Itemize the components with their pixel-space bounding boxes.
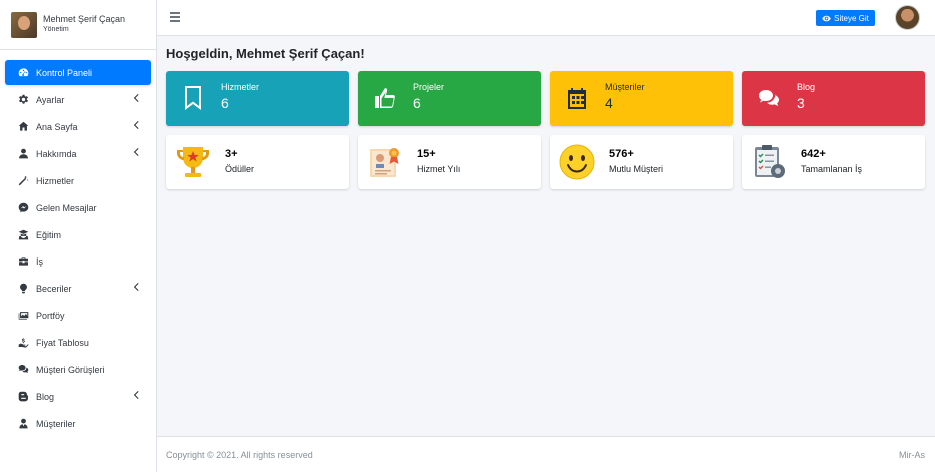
- user-icon: [17, 147, 30, 160]
- sidebar-item-blog[interactable]: Blog: [5, 384, 151, 409]
- sidebar-item-label: Blog: [36, 391, 55, 402]
- smiley-icon: [559, 144, 595, 180]
- footer-brand: Mir-As: [899, 450, 925, 460]
- stat-card-label: Hizmet Yılı: [417, 164, 461, 174]
- sidebar-item-label: Beceriler: [36, 283, 72, 294]
- info-card-projeler[interactable]: Projeler 6: [358, 71, 541, 126]
- sidebar-item-label: Müşteri Görüşleri: [36, 364, 105, 375]
- hand-holding-dollar-icon: [17, 336, 30, 349]
- certificate-icon: [370, 148, 399, 177]
- sidebar-item-egitim[interactable]: Eğitim: [5, 222, 151, 247]
- info-card-label: Blog: [797, 82, 816, 92]
- sidebar-item-label: Portföy: [36, 310, 65, 321]
- calendar-icon: [566, 85, 588, 111]
- sidebar-item-musteri-gorusleri[interactable]: Müşteri Görüşleri: [5, 357, 151, 382]
- info-card-hizmetler[interactable]: Hizmetler 6: [166, 71, 349, 126]
- info-card-musteriler[interactable]: Müşteriler 4: [550, 71, 733, 126]
- user-avatar[interactable]: [895, 5, 920, 30]
- info-card-value: 3: [797, 95, 805, 111]
- info-card-blog[interactable]: Blog 3: [742, 71, 925, 126]
- top-navbar: Siteye Git: [157, 0, 935, 36]
- stat-card-value: 642+: [801, 148, 826, 160]
- sidebar-item-label: Müşteriler: [36, 418, 76, 429]
- stat-card-label: Tamamlanan İş: [801, 164, 863, 174]
- sidebar-item-is[interactable]: İş: [5, 249, 151, 274]
- sidebar-item-fiyat-tablosu[interactable]: Fiyat Tablosu: [5, 330, 151, 355]
- footer: Copyright © 2021. All rights reserved Mi…: [157, 436, 935, 472]
- sidebar-item-ayarlar[interactable]: Ayarlar: [5, 87, 151, 112]
- stat-card-oduller: 3+ Ödüller: [166, 135, 349, 189]
- info-card-label: Hizmetler: [221, 82, 260, 92]
- briefcase-icon: [17, 255, 30, 268]
- sidebar-item-label: Kontrol Paneli: [36, 67, 93, 78]
- info-card-label: Müşteriler: [605, 82, 645, 92]
- sidebar-item-label: İş: [36, 256, 44, 267]
- stat-card-value: 3+: [225, 148, 238, 160]
- stat-card-mutlu-musteri: 576+ Mutlu Müşteri: [550, 135, 733, 189]
- hamburger-menu-icon[interactable]: [170, 12, 180, 22]
- sidebar-item-hakkimda[interactable]: Hakkımda: [5, 141, 151, 166]
- sidebar-item-label: Gelen Mesajlar: [36, 202, 97, 213]
- sidebar-nav: Kontrol Paneli Ayarlar Ana Sayfa Hakkımd…: [0, 50, 156, 436]
- brand-name: Mehmet Şerif Çaçan: [43, 14, 126, 24]
- chevron-left-icon: [133, 283, 143, 293]
- magic-wand-icon: [17, 174, 30, 187]
- comments-icon: [758, 85, 780, 111]
- stat-card-label: Ödüller: [225, 164, 255, 174]
- info-card-value: 4: [605, 95, 613, 111]
- eye-icon: [822, 15, 831, 21]
- user-tie-icon: [17, 417, 30, 430]
- stat-card-tamamlanan-is: 642+ Tamamlanan İş: [742, 135, 925, 189]
- stat-card-hizmet-yili: 15+ Hizmet Yılı: [358, 135, 541, 189]
- info-card-value: 6: [413, 95, 421, 111]
- lightbulb-icon: [17, 282, 30, 295]
- stat-card-value: 576+: [609, 148, 634, 160]
- images-icon: [17, 309, 30, 322]
- visit-site-button[interactable]: Siteye Git: [816, 10, 875, 26]
- gear-icon: [17, 93, 30, 106]
- stat-card-label: Mutlu Müşteri: [609, 164, 664, 174]
- sidebar-item-portfoy[interactable]: Portföy: [5, 303, 151, 328]
- chevron-left-icon: [133, 121, 143, 131]
- trophy-icon: [177, 147, 209, 177]
- brand-avatar: [11, 11, 37, 38]
- sidebar-item-label: Fiyat Tablosu: [36, 337, 89, 348]
- home-icon: [17, 120, 30, 133]
- blogger-icon: [17, 390, 30, 403]
- brand-role: Yönetim: [43, 26, 69, 33]
- sidebar-item-hizmetler[interactable]: Hizmetler: [5, 168, 151, 193]
- stat-card-value: 15+: [417, 148, 436, 160]
- sidebar-item-label: Eğitim: [36, 229, 62, 240]
- chevron-left-icon: [133, 94, 143, 104]
- main-content: Hoşgeldin, Mehmet Şerif Çaçan! Hizmetler…: [157, 36, 935, 436]
- sidebar-item-ana-sayfa[interactable]: Ana Sayfa: [5, 114, 151, 139]
- sidebar-item-gelen-mesajlar[interactable]: Gelen Mesajlar: [5, 195, 151, 220]
- info-card-value: 6: [221, 95, 229, 111]
- dashboard-icon: [17, 66, 30, 79]
- page-title: Hoşgeldin, Mehmet Şerif Çaçan!: [166, 46, 365, 61]
- sidebar-item-label: Hizmetler: [36, 175, 75, 186]
- chevron-left-icon: [133, 391, 143, 401]
- thumbs-up-icon: [374, 85, 396, 111]
- sidebar-item-label: Ana Sayfa: [36, 121, 78, 132]
- sidebar-item-label: Hakkımda: [36, 148, 77, 159]
- messenger-icon: [17, 201, 30, 214]
- sidebar-item-kontrol-paneli[interactable]: Kontrol Paneli: [5, 60, 151, 85]
- sidebar-item-musteriler[interactable]: Müşteriler: [5, 411, 151, 436]
- brand-panel[interactable]: Mehmet Şerif Çaçan Yönetim: [0, 0, 156, 50]
- graduate-icon: [17, 228, 30, 241]
- bookmark-icon: [182, 85, 204, 111]
- comments-icon: [17, 363, 30, 376]
- copyright-text: Copyright © 2021. All rights reserved: [166, 450, 313, 460]
- clipboard-gear-icon: [755, 145, 785, 178]
- info-card-label: Projeler: [413, 82, 445, 92]
- sidebar: Mehmet Şerif Çaçan Yönetim Kontrol Panel…: [0, 0, 157, 472]
- sidebar-item-label: Ayarlar: [36, 94, 65, 105]
- visit-site-label: Siteye Git: [834, 13, 869, 23]
- sidebar-item-beceriler[interactable]: Beceriler: [5, 276, 151, 301]
- chevron-left-icon: [133, 148, 143, 158]
